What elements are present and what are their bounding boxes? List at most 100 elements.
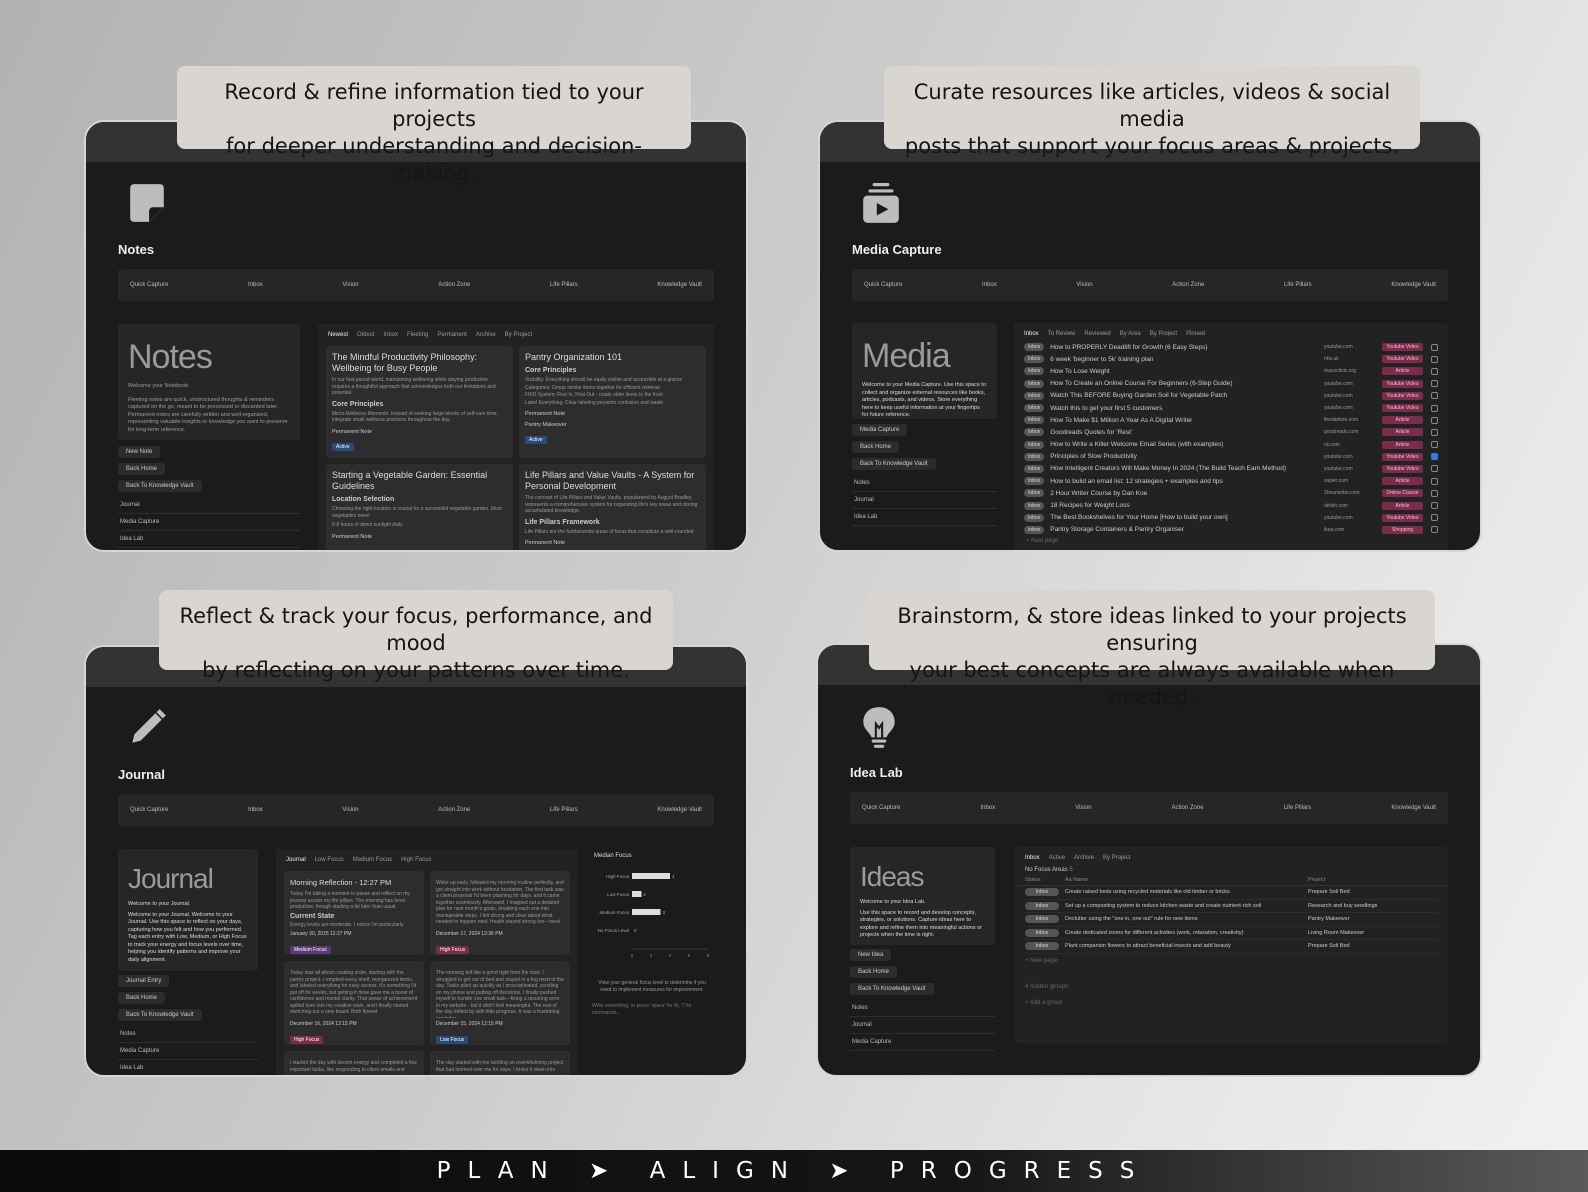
row-url[interactable]: youtube.com: [1324, 466, 1382, 472]
nav-quick-capture[interactable]: Quick Capture: [130, 807, 168, 813]
back-home-button[interactable]: Back Home: [118, 992, 166, 1004]
nav-inbox[interactable]: Inbox: [982, 282, 997, 288]
table-row[interactable]: Inbox How To Lose Weight mayoclinic.org Art…: [1024, 365, 1438, 377]
nav-knowledge-vault[interactable]: Knowledge Vault: [657, 807, 702, 813]
table-row[interactable]: Inbox The Best Bookshelves for Your Home …: [1024, 512, 1438, 524]
nav-inbox[interactable]: Inbox: [248, 282, 263, 288]
table-row[interactable]: Inbox How To Create an Online Course For …: [1024, 378, 1438, 390]
row-url[interactable]: thedankoe.com: [1324, 417, 1382, 423]
table-row[interactable]: Inbox Watch This BEFORE Buying Garden Soi…: [1024, 390, 1438, 402]
link-notes[interactable]: Notes: [118, 1026, 258, 1043]
note-card[interactable]: Life Pillars and Value Vaults - A System…: [519, 464, 706, 550]
link-media-capture[interactable]: Media Capture: [118, 514, 300, 531]
tab-to-review[interactable]: To Review: [1048, 331, 1076, 337]
tab-inbox[interactable]: Inbox: [1025, 855, 1040, 861]
nav-knowledge-vault[interactable]: Knowledge Vault: [1391, 805, 1436, 811]
journal-card[interactable]: Today was all about creating order, star…: [284, 961, 424, 1045]
table-row[interactable]: Inbox 2 Hour Writer Course by Dan Koe 2hou…: [1024, 487, 1438, 499]
pin-checkbox[interactable]: [1431, 514, 1438, 522]
ai-prompt-input[interactable]: Write something, or press 'space' for AI…: [588, 1003, 716, 1016]
row-url[interactable]: delish.com: [1324, 503, 1382, 509]
table-row[interactable]: Inbox 18 Recipes for Weight Loss delish.co…: [1024, 499, 1438, 511]
link-journal[interactable]: Journal: [118, 497, 300, 514]
nav-action-zone[interactable]: Action Zone: [1172, 805, 1204, 811]
tab-by-area[interactable]: By Area: [1120, 331, 1141, 337]
nav-action-zone[interactable]: Action Zone: [438, 282, 470, 288]
new-page-button[interactable]: + New page: [1014, 536, 1448, 546]
nav-knowledge-vault[interactable]: Knowledge Vault: [1391, 282, 1436, 288]
project-link[interactable]: Living Room Makeover: [1308, 930, 1438, 936]
nav-knowledge-vault[interactable]: Knowledge Vault: [657, 282, 702, 288]
tab-pinned[interactable]: Pinned: [1186, 331, 1205, 337]
nav-quick-capture[interactable]: Quick Capture: [864, 282, 902, 288]
link-media-capture[interactable]: Media Capture: [118, 1043, 258, 1060]
link-media-capture[interactable]: Media Capture: [850, 1034, 995, 1051]
row-url[interactable]: youtube.com: [1324, 344, 1382, 350]
project-link[interactable]: Research and buy seedlings: [1308, 903, 1438, 909]
back-to-knowledge-vault-button[interactable]: Back To Knowledge Vault: [118, 1009, 202, 1021]
table-row[interactable]: Inbox How to build an email list: 12 stra…: [1024, 475, 1438, 487]
pin-checkbox[interactable]: [1431, 526, 1438, 534]
nav-inbox[interactable]: Inbox: [248, 807, 263, 813]
row-url[interactable]: youtube.com: [1324, 393, 1382, 399]
row-url[interactable]: youtube.com: [1324, 515, 1382, 521]
table-row[interactable]: Inbox Watch this to get your first 5 cust…: [1024, 402, 1438, 414]
back-home-button[interactable]: Back Home: [850, 966, 898, 978]
link-idea-lab[interactable]: Idea Lab: [118, 531, 300, 548]
table-row[interactable]: Inbox How to PROPERLY Deadlift for Growth…: [1024, 341, 1438, 353]
tab-journal[interactable]: Journal: [286, 857, 306, 863]
new-idea-button[interactable]: New Idea: [850, 949, 892, 961]
row-url[interactable]: zapier.com: [1324, 478, 1382, 484]
row-url[interactable]: goodreads.com: [1324, 429, 1382, 435]
journal-card[interactable]: Woke up early, followed my morning routi…: [430, 871, 570, 955]
nav-vision[interactable]: Vision: [1076, 282, 1092, 288]
journal-card[interactable]: I started the day with decent energy and…: [284, 1051, 424, 1075]
pin-checkbox[interactable]: [1431, 465, 1438, 473]
pin-checkbox[interactable]: [1431, 392, 1438, 400]
add-group-button[interactable]: + Add a group: [1015, 994, 1448, 1012]
nav-action-zone[interactable]: Action Zone: [438, 807, 470, 813]
tab-fleeting[interactable]: Fleeting: [407, 332, 428, 338]
row-url[interactable]: nhs.uk: [1324, 356, 1382, 362]
back-to-knowledge-vault-button[interactable]: Back To Knowledge Vault: [850, 983, 934, 995]
journal-entry-button[interactable]: Journal Entry: [118, 975, 170, 987]
nav-life-pillars[interactable]: Life Pillars: [1284, 282, 1312, 288]
back-to-knowledge-vault-button[interactable]: Back To Knowledge Vault: [118, 480, 202, 492]
table-row[interactable]: Inbox Set up a composting system to reduc…: [1025, 900, 1438, 913]
note-card[interactable]: The Mindful Productivity Philosophy: Wel…: [326, 346, 513, 458]
note-card[interactable]: Pantry Organization 101 Core Principles …: [519, 346, 706, 458]
table-row[interactable]: Inbox Create raised beds using recycled m…: [1025, 886, 1438, 900]
tab-by-project[interactable]: By Project: [1150, 331, 1177, 337]
tab-archive[interactable]: Archive: [476, 332, 496, 338]
tab-newest[interactable]: Newest: [328, 332, 348, 338]
pin-checkbox[interactable]: [1431, 343, 1438, 351]
journal-card[interactable]: The day started with me tackling an over…: [430, 1051, 570, 1075]
table-row[interactable]: Inbox How Intelligent Creators Will Make …: [1024, 463, 1438, 475]
table-row[interactable]: Inbox Plant companion flowers to attract …: [1025, 940, 1438, 954]
pin-checkbox[interactable]: [1431, 367, 1438, 375]
link-journal[interactable]: Journal: [850, 1017, 995, 1034]
project-link[interactable]: Prepare Soil Bed: [1308, 889, 1438, 895]
link-journal[interactable]: Journal: [852, 492, 997, 509]
tab-by-project[interactable]: By Project: [505, 332, 532, 338]
media-capture-button[interactable]: Media Capture: [852, 424, 908, 436]
back-home-button[interactable]: Back Home: [852, 441, 900, 453]
pin-checkbox[interactable]: [1431, 441, 1438, 449]
nav-life-pillars[interactable]: Life Pillars: [550, 282, 578, 288]
tab-oldest[interactable]: Oldest: [357, 332, 374, 338]
table-row[interactable]: Inbox Create dedicated zones for differen…: [1025, 927, 1438, 940]
row-url[interactable]: youtube.com: [1324, 381, 1382, 387]
row-url[interactable]: youtube.com: [1324, 454, 1382, 460]
pin-checkbox[interactable]: [1431, 428, 1438, 436]
tab-low-focus[interactable]: Low Focus: [315, 857, 344, 863]
table-row[interactable]: Inbox How to Write a Killer Welcome Email…: [1024, 439, 1438, 451]
project-link[interactable]: Pantry Makeover: [1308, 916, 1438, 922]
new-page-button[interactable]: + New page: [1015, 954, 1448, 968]
tab-inbox[interactable]: Inbox: [1024, 331, 1039, 337]
row-url[interactable]: ikea.com: [1324, 527, 1382, 533]
table-row[interactable]: Inbox Declutter using the "one in, one ou…: [1025, 913, 1438, 927]
tab-medium-focus[interactable]: Medium Focus: [353, 857, 392, 863]
tab-high-focus[interactable]: High Focus: [401, 857, 431, 863]
table-row[interactable]: Inbox Goodreads Quotes for 'Rest' goodread…: [1024, 426, 1438, 438]
pin-checkbox[interactable]: [1431, 380, 1438, 388]
